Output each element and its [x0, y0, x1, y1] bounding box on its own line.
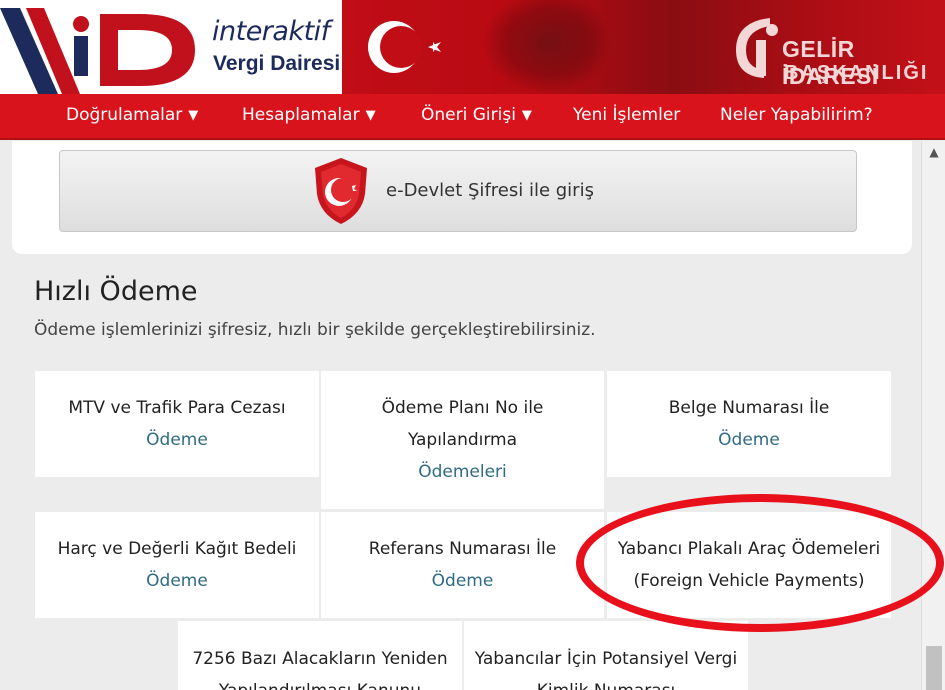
nav-item-label: Hesaplamalar	[242, 105, 360, 125]
nav-item-label: Neler Yapabilirim?	[720, 105, 873, 125]
edevlet-login-label: e-Devlet Şifresi ile giriş	[386, 180, 594, 201]
nav-item-hesaplamalar[interactable]: Hesaplamalar ▼	[242, 105, 376, 125]
tile-title: Ödeme Planı No ile	[381, 398, 544, 418]
tile-mtv-trafik[interactable]: MTV ve Trafik Para Cezası Ödeme	[35, 371, 319, 477]
quick-payment-subtitle: Ödeme işlemlerinizi şifresiz, hızlı bir …	[34, 320, 596, 340]
tile-link-odemeleri[interactable]: Ödemeleri	[321, 456, 604, 488]
tile-title: Harç ve Değerli Kağıt Bedeli	[57, 539, 297, 559]
tile-link-odeme[interactable]: Ödeme	[321, 565, 604, 597]
logo-text-interaktif: interaktif	[212, 16, 330, 47]
nav-item-yeni-islemler[interactable]: Yeni İşlemler	[573, 105, 680, 125]
tile-harc-degerli-kagit[interactable]: Harç ve Değerli Kağıt Bedeli Ödeme	[35, 512, 319, 618]
tile-title: Belge Numarası İle	[668, 398, 830, 418]
tile-link-odeme[interactable]: Ödeme	[35, 424, 319, 456]
logo-text-vergi-dairesi: Vergi Dairesi	[213, 52, 341, 75]
page-scrollbar[interactable]: ▲	[921, 141, 945, 690]
tile-title: Yabancılar İçin Potansiyel Vergi	[474, 649, 738, 669]
tile-7256-kanunu[interactable]: 7256 Bazı Alacakların Yeniden Yapılandır…	[178, 621, 462, 690]
nav-item-label: Yeni İşlemler	[573, 105, 681, 125]
tile-yabancilar-vergi-kimlik[interactable]: Yabancılar İçin Potansiyel Vergi Kimlik …	[464, 621, 748, 690]
portrait-image	[482, 0, 612, 94]
quick-payment-title: Hızlı Ödeme	[34, 276, 198, 307]
tile-title-line2: Yapılandırma	[407, 430, 518, 450]
tile-link-odeme[interactable]: Ödeme	[35, 565, 319, 597]
tile-belge-numarasi[interactable]: Belge Numarası İle Ödeme	[607, 371, 891, 477]
site-header: interaktif Vergi Dairesi GELİR İDARESİ B…	[0, 0, 945, 94]
tile-title-line2: Yapılandırılması Kanunu	[178, 675, 462, 690]
gib-text-line2: BAŞKANLIĞI	[784, 62, 929, 84]
tile-link-odeme[interactable]: Ödeme	[607, 424, 891, 456]
nav-item-label: Öneri Girişi	[421, 105, 516, 125]
tile-referans-numarasi[interactable]: Referans Numarası İle Ödeme	[321, 512, 604, 618]
scrollbar-thumb[interactable]	[926, 646, 942, 690]
tile-title: 7256 Bazı Alacakların Yeniden	[192, 649, 448, 669]
tile-title-line2: Kimlik Numarası	[464, 675, 748, 690]
nav-item-neler-yapabilirim[interactable]: Neler Yapabilirim?	[720, 105, 873, 125]
tile-odeme-plani[interactable]: Ödeme Planı No ile Yapılandırma Ödemeler…	[321, 371, 604, 509]
ivd-logo-mark	[0, 8, 195, 94]
chevron-down-icon: ▼	[365, 108, 376, 123]
chevron-down-icon: ▼	[188, 108, 199, 123]
tile-title: Referans Numarası İle	[368, 539, 557, 559]
gib-logo-icon	[736, 18, 778, 78]
nav-item-oneri-girisi[interactable]: Öneri Girişi ▼	[421, 105, 532, 125]
ivd-logo[interactable]: interaktif Vergi Dairesi	[0, 0, 342, 94]
tile-title: MTV ve Trafik Para Cezası	[68, 398, 286, 418]
scroll-up-arrow-icon[interactable]: ▲	[922, 145, 945, 165]
main-nav: Doğrulamalar ▼ Hesaplamalar ▼ Öneri Girişi…	[0, 94, 945, 140]
edevlet-shield-icon	[315, 158, 367, 224]
nav-item-label: Doğrulamalar	[66, 105, 183, 125]
nav-item-dogrulamalar[interactable]: Doğrulamalar ▼	[66, 105, 198, 125]
crescent-star-icon	[368, 21, 441, 73]
tile-title: Yabancı Plakalı Araç Ödemeleri	[617, 539, 881, 559]
chevron-down-icon: ▼	[521, 108, 532, 123]
tile-yabanci-plakali-arac[interactable]: Yabancı Plakalı Araç Ödemeleri (Foreign …	[607, 512, 891, 618]
tile-title-line2: (Foreign Vehicle Payments)	[633, 571, 865, 591]
